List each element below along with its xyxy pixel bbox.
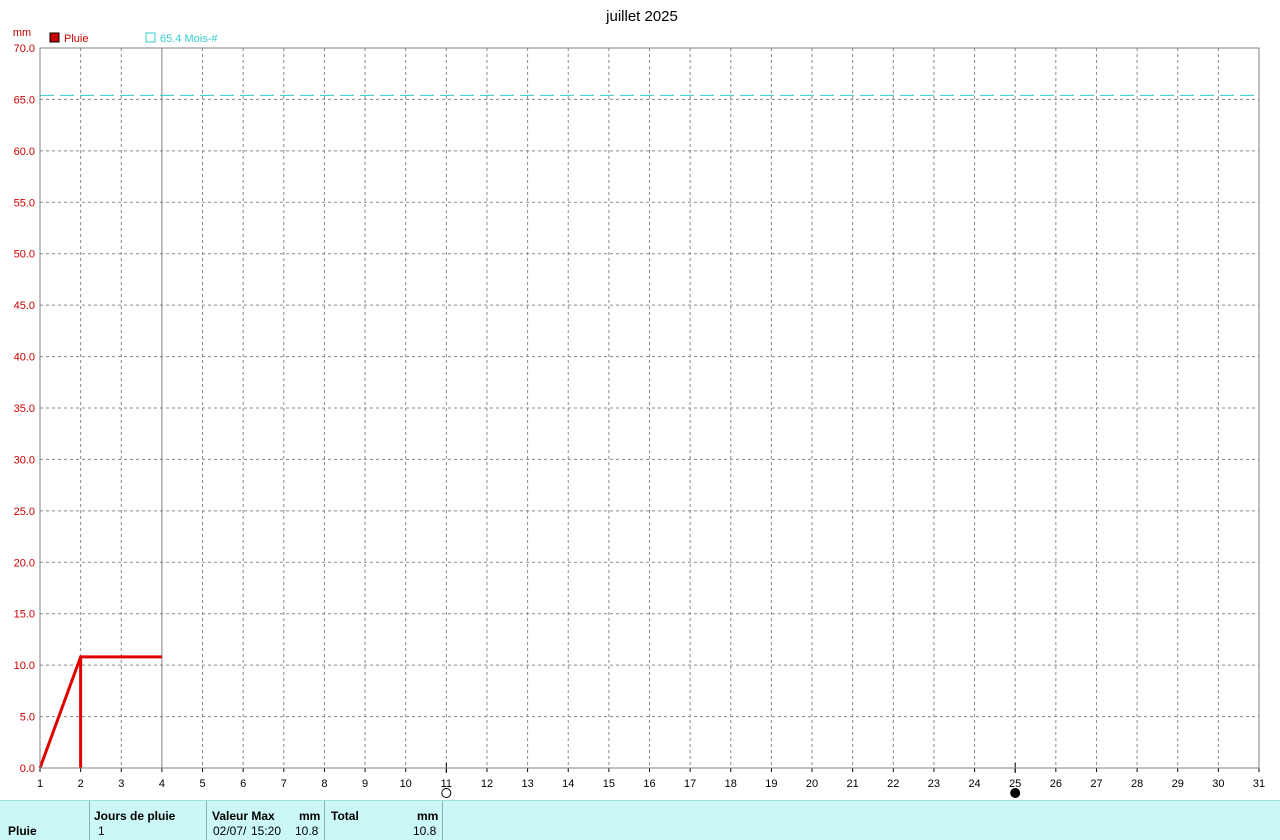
x-tick-label: 4 (159, 778, 165, 790)
full-moon-icon (441, 788, 452, 798)
legend-pluie-swatch (49, 32, 60, 43)
x-tick-label: 5 (199, 778, 205, 790)
max-value-unit: mm (299, 809, 321, 823)
total-header: Total (331, 809, 359, 823)
x-tick-label: 3 (118, 778, 124, 790)
x-tick-label: 6 (240, 778, 246, 790)
x-tick-label: 13 (521, 778, 533, 790)
x-tick-label: 22 (887, 778, 899, 790)
chart-title: juillet 2025 (605, 8, 678, 25)
y-tick-label: 50.0 (14, 249, 35, 261)
x-tick-label: 19 (765, 778, 777, 790)
y-tick-label: 15.0 (14, 609, 35, 621)
y-tick-label: 20.0 (14, 557, 35, 569)
legend-reference-swatch (145, 32, 156, 43)
y-axis-unit: mm (13, 27, 31, 39)
x-tick-label: 31 (1253, 778, 1265, 790)
stats-max-value-cell: Valeur Max mm 02/07/ 15:20 10.8 (206, 801, 324, 840)
x-tick-label: 30 (1212, 778, 1224, 790)
x-tick-label: 17 (684, 778, 696, 790)
max-value-date: 02/07/ (213, 824, 247, 838)
stats-rain-days-cell: Jours de pluie 1 (89, 801, 206, 840)
total-value: 10.8 (413, 824, 437, 838)
rain-days-value: 1 (98, 824, 105, 838)
y-tick-label: 5.0 (20, 712, 35, 724)
grid-lines (40, 48, 1259, 768)
y-tick-label: 70.0 (14, 43, 35, 55)
x-tick-label: 2 (78, 778, 84, 790)
max-value-value: 10.8 (295, 824, 319, 838)
legend-reference-label: 65.4 Mois-# (160, 33, 218, 45)
y-tick-label: 0.0 (20, 763, 35, 775)
y-tick-label: 65.0 (14, 94, 35, 106)
x-axis-ticks: 1 2 3 4 5 6 7 8 9 10 11 12 13 14 15 16 17 18 19 20 21 22 23 24 2… (37, 768, 1265, 790)
max-value-header: Valeur Max (212, 809, 275, 823)
max-value-time: 15:20 (251, 824, 282, 838)
rain-days-header: Jours de pluie (94, 809, 176, 823)
legend: Pluie 65.4 Mois-# (49, 32, 218, 45)
x-tick-label: 8 (321, 778, 327, 790)
y-tick-label: 40.0 (14, 352, 35, 364)
x-tick-label: 20 (806, 778, 818, 790)
x-tick-label: 14 (562, 778, 574, 790)
x-tick-label: 27 (1090, 778, 1102, 790)
y-tick-label: 30.0 (14, 454, 35, 466)
stats-panel: Pluie Jours de pluie 1 Valeur Max mm 02/… (0, 800, 1280, 840)
x-tick-label: 7 (281, 778, 287, 790)
x-tick-label: 23 (928, 778, 940, 790)
legend-pluie-label: Pluie (64, 33, 88, 45)
x-tick-label: 28 (1131, 778, 1143, 790)
y-tick-label: 55.0 (14, 197, 35, 209)
x-tick-label: 9 (362, 778, 368, 790)
rainfall-chart: juillet 2025 mm Pluie 65.4 Mois-# 0.0 5.0… (13, 8, 1265, 798)
x-tick-label: 10 (400, 778, 412, 790)
y-tick-label: 60.0 (14, 146, 35, 158)
y-tick-label: 25.0 (14, 506, 35, 518)
series-group (38, 655, 162, 769)
new-moon-icon (1010, 788, 1021, 798)
stats-row-label: Pluie (8, 824, 37, 838)
x-tick-label: 1 (37, 778, 43, 790)
x-tick-label: 16 (643, 778, 655, 790)
x-tick-label: 18 (725, 778, 737, 790)
x-tick-label: 12 (481, 778, 493, 790)
total-unit: mm (417, 809, 439, 823)
y-tick-label: 45.0 (14, 300, 35, 312)
y-tick-label: 10.0 (14, 660, 35, 672)
series-pluie-cumulative-line (38, 655, 162, 769)
stats-total-cell: Total mm 10.8 (324, 801, 443, 840)
x-tick-label: 21 (847, 778, 859, 790)
x-tick-label: 24 (968, 778, 980, 790)
x-tick-label: 29 (1172, 778, 1184, 790)
x-tick-label: 26 (1050, 778, 1062, 790)
x-tick-label: 15 (603, 778, 615, 790)
y-tick-label: 35.0 (14, 403, 35, 415)
y-axis-ticks: 0.0 5.0 10.0 15.0 20.0 25.0 30.0 35.0 40.0 45.0 50… (14, 43, 35, 775)
